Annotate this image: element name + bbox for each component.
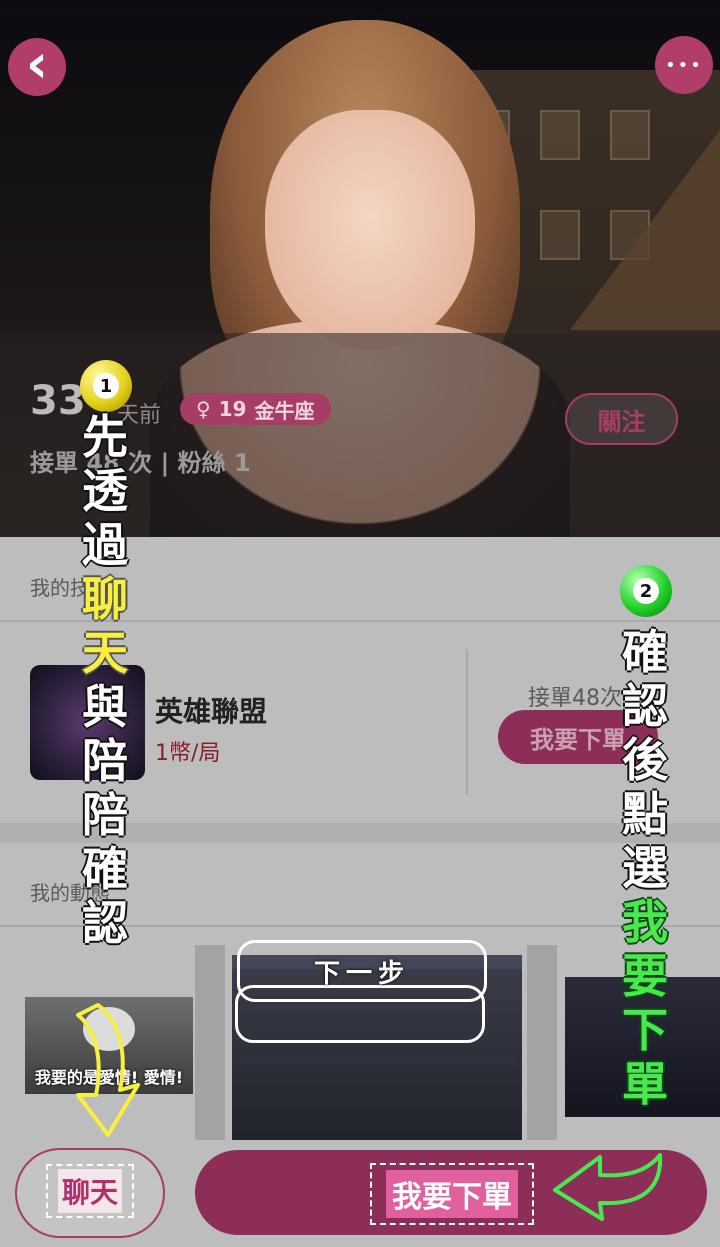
more-dots-icon: ••• <box>665 54 703 76</box>
step-1-instruction: 先 透 過 聊 天 與 陪 陪 確 認 <box>75 410 135 950</box>
person-face <box>265 110 475 350</box>
next-step-callout: 下一步 <box>237 940 487 1002</box>
instruction-char: 下 <box>622 1003 668 1057</box>
instruction-char: 透 <box>82 464 128 518</box>
arrow-down-icon <box>76 1003 140 1137</box>
chat-label-highlight: 聊天 <box>46 1164 134 1218</box>
instruction-char: 天 <box>82 626 128 680</box>
gallery-gap <box>195 945 225 1140</box>
step-2-number: 2 <box>633 578 659 604</box>
instruction-char: 點 <box>622 787 668 841</box>
zodiac-text: 金牛座 <box>254 398 315 423</box>
chat-label[interactable]: 聊天 <box>57 1169 122 1213</box>
female-icon: ♀ <box>196 397 211 421</box>
profile-stats: 接單 48 次 | 粉絲 1 <box>30 449 251 477</box>
instruction-char: 與 <box>82 680 128 734</box>
chevron-left-icon: ‹ <box>25 32 49 95</box>
instruction-char: 確 <box>82 842 128 896</box>
skill-name: 英雄聯盟 <box>155 695 268 728</box>
instruction-char: 認 <box>82 896 128 950</box>
instruction-char: 選 <box>622 841 668 895</box>
game-screenshot-row <box>240 1055 514 1065</box>
follow-button[interactable]: 關注 <box>565 393 678 445</box>
instruction-char: 先 <box>82 410 128 464</box>
instruction-char: 後 <box>622 733 668 787</box>
skill-order-count: 接單48次 <box>528 686 622 711</box>
instruction-char: 過 <box>82 518 128 572</box>
arrow-left-icon <box>553 1153 663 1221</box>
order-label-highlight: 我要下單 <box>370 1163 534 1225</box>
more-button[interactable]: ••• <box>655 36 713 94</box>
instruction-char: 要 <box>622 949 668 1003</box>
back-button[interactable]: ‹ <box>8 32 66 96</box>
vertical-divider <box>466 650 468 795</box>
instruction-char: 確 <box>622 625 668 679</box>
background-roof <box>570 130 720 330</box>
gender-age-badge: ♀ 19 金牛座 <box>180 393 331 425</box>
step-2-instruction: 確 認 後 點 選 我 要 下 單 <box>615 625 675 1111</box>
instruction-char: 認 <box>622 679 668 733</box>
instruction-char: 單 <box>622 1057 668 1111</box>
gallery-gap <box>527 945 557 1140</box>
instruction-char: 陪 <box>82 788 128 842</box>
instruction-char: 我 <box>622 895 668 949</box>
step-1-marker: 1 <box>80 360 132 412</box>
instruction-char: 陪 <box>82 734 128 788</box>
age-text: 19 <box>218 397 247 421</box>
skill-price: 1幣/局 <box>155 741 221 766</box>
step-1-number: 1 <box>93 373 119 399</box>
order-label[interactable]: 我要下單 <box>386 1170 518 1218</box>
instruction-char: 聊 <box>82 572 128 626</box>
next-step-label: 下一步 <box>313 958 410 989</box>
step-2-marker: 2 <box>620 565 672 617</box>
